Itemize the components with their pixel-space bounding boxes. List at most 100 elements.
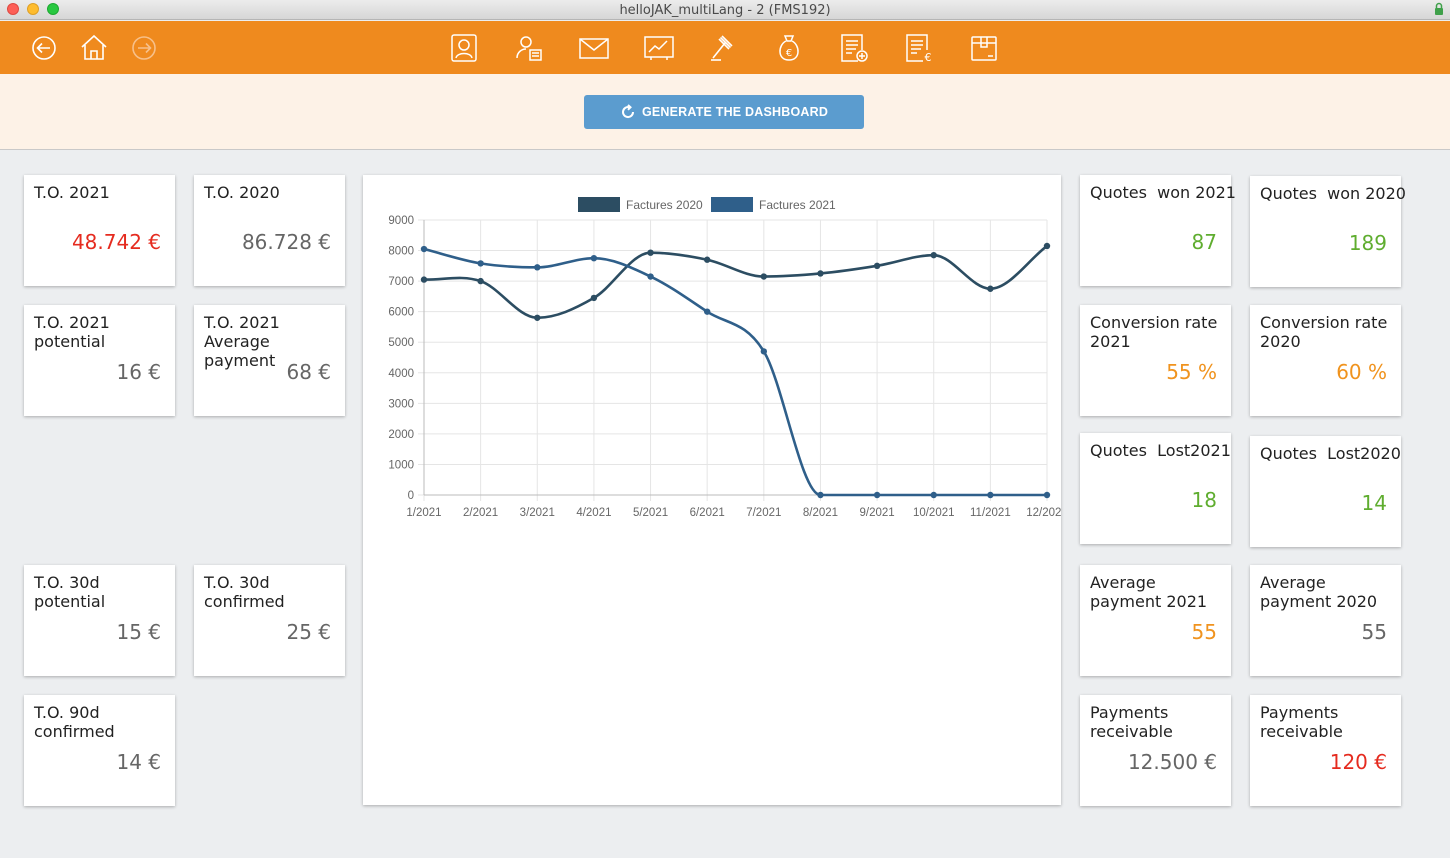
data-point [590, 254, 598, 262]
kpi-value: 68 € [286, 360, 331, 384]
kpi-label: Average payment 2020 [1260, 573, 1378, 611]
data-point [817, 270, 824, 277]
data-point [873, 491, 881, 499]
kpi-label: T.O. 90d confirmed [34, 703, 115, 741]
kpi-value: 48.742 € [71, 230, 161, 254]
data-point [930, 251, 937, 259]
quote-add-button[interactable] [838, 32, 870, 64]
quote-add-icon [841, 34, 868, 62]
data-point [817, 491, 824, 499]
mail-icon [579, 38, 609, 59]
kpi-value: 87 [1191, 230, 1217, 254]
gavel-button[interactable] [708, 32, 740, 64]
data-point [930, 491, 937, 499]
series-line-0 [423, 244, 1048, 320]
x-tick-label: 5/2021 [633, 507, 668, 519]
x-tick-label: 9/2021 [859, 507, 894, 519]
x-tick-label: 10/2021 [913, 507, 955, 519]
kpi-value: 55 [1191, 620, 1217, 644]
kpi-label: Average payment 2021 [1090, 573, 1208, 611]
mail-button[interactable] [578, 32, 610, 64]
kpi-value: 189 [1348, 231, 1387, 255]
money-bag-button[interactable]: € [773, 32, 805, 64]
window-title: helloJAK_multiLang - 2 (FMS192) [619, 3, 831, 18]
svg-text:€: € [925, 51, 932, 64]
data-point [873, 262, 881, 270]
x-tick-label: 6/2021 [690, 507, 725, 519]
data-point [760, 348, 768, 355]
kpi-card-conversion-rate-2021: Conversion rate 2021 55 % [1080, 305, 1231, 416]
x-tick-label: 1/2021 [406, 507, 441, 519]
kpi-card-payments-receivable-2020: Payments receivable 120 € [1250, 695, 1401, 806]
y-tick-label: 0 [408, 490, 414, 502]
box-button[interactable] [968, 32, 1000, 64]
home-button[interactable] [78, 32, 110, 64]
back-button[interactable] [28, 32, 60, 64]
kpi-label: Quotes won 2020 [1260, 184, 1406, 203]
main-toolbar: € € [0, 21, 1450, 74]
chart-board-icon [644, 36, 674, 60]
legend-swatch [711, 197, 753, 212]
kpi-card-to-90d-confirmed: T.O. 90d confirmed 14 € [24, 695, 175, 806]
kpi-value: 60 % [1336, 360, 1387, 384]
money-bag-icon: € [779, 35, 799, 61]
kpi-value: 18 [1191, 488, 1217, 512]
kpi-label: Payments receivable [1090, 703, 1173, 741]
data-point [420, 276, 428, 283]
kpi-label: T.O. 30d confirmed [204, 573, 285, 611]
generate-dashboard-button[interactable]: GENERATE THE DASHBOARD [584, 95, 864, 129]
kpi-label: Payments receivable [1260, 703, 1343, 741]
data-point [987, 285, 994, 292]
gavel-icon [711, 35, 733, 61]
generate-dashboard-label: GENERATE THE DASHBOARD [641, 105, 829, 119]
kpi-card-payments-receivable-2021: Payments receivable 12.500 € [1080, 695, 1231, 806]
y-tick-label: 4000 [388, 368, 414, 380]
kpi-card-quotes-lost-2020: Quotes Lost2020 14 [1250, 436, 1401, 547]
x-tick-label: 2/2021 [463, 507, 498, 519]
forward-icon [132, 36, 156, 60]
x-tick-label: 11/2021 [970, 507, 1011, 519]
data-point [647, 249, 654, 256]
x-tick-label: 3/2021 [520, 507, 555, 519]
contacts-button[interactable] [448, 32, 480, 64]
kpi-card-quotes-lost-2021: Quotes Lost2021 18 [1080, 433, 1231, 544]
kpi-label: Quotes Lost2021 [1090, 441, 1231, 460]
invoices-chart-panel: 0 1000 2000 3000 4000 5000 6000 7000 8000 9000 1/2… [363, 175, 1061, 805]
series-line-1 [423, 247, 1047, 497]
svg-text:€: € [786, 48, 792, 59]
data-point [1043, 491, 1051, 499]
data-point [1043, 242, 1051, 250]
back-icon [32, 36, 56, 60]
y-tick-label: 7000 [388, 276, 414, 288]
data-point [590, 294, 598, 302]
data-point [477, 260, 484, 267]
y-tick-label: 9000 [388, 215, 414, 227]
invoice-euro-icon: € [906, 34, 932, 64]
refresh-icon [621, 104, 634, 119]
data-point [703, 308, 711, 315]
y-tick-label: 6000 [388, 307, 414, 319]
chart-board-button[interactable] [643, 32, 675, 64]
kpi-label: Conversion rate 2020 [1260, 313, 1388, 351]
kpi-label: Quotes Lost2020 [1260, 444, 1401, 463]
data-point [477, 277, 484, 285]
data-point [420, 245, 428, 253]
kpi-label: T.O. 2021 [34, 183, 110, 202]
kpi-card-quotes-won-2020: Quotes won 2020 189 [1250, 176, 1406, 287]
kpi-value: 25 € [286, 620, 331, 644]
data-point [987, 491, 994, 499]
forward-button[interactable] [128, 32, 160, 64]
dashboard-banner: GENERATE THE DASHBOARD [0, 74, 1450, 150]
data-point [703, 256, 711, 263]
data-point [534, 314, 541, 321]
invoice-euro-button[interactable]: € [903, 32, 935, 64]
kpi-value: 16 € [116, 360, 161, 384]
user-document-button[interactable] [513, 32, 545, 64]
y-tick-label: 1000 [388, 459, 414, 471]
contacts-icon [451, 34, 477, 62]
x-tick-label: 4/2021 [576, 507, 611, 519]
kpi-label: T.O. 2021 potential [34, 313, 110, 351]
kpi-label: T.O. 30d potential [34, 573, 106, 611]
kpi-label: Conversion rate 2021 [1090, 313, 1218, 351]
y-tick-label: 8000 [388, 246, 414, 258]
